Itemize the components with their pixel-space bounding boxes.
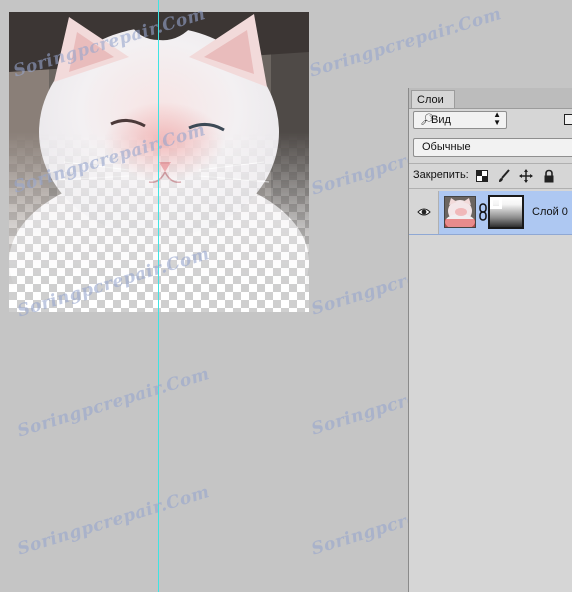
blend-mode-dropdown[interactable]: Обычные [413,138,572,157]
layer-row[interactable]: Слой 0 [409,191,572,235]
lock-image-pixels-icon[interactable] [497,169,511,183]
cat-photo-with-gradient-mask [9,12,309,312]
layer-filter-label: Вид [431,114,451,126]
lock-transparent-pixels-icon[interactable] [475,169,489,183]
layer-filter-dropdown[interactable]: 🔎︎ Вид ▲ ▼ [413,111,507,129]
layer-visibility-toggle[interactable] [409,191,439,234]
vertical-guide-line[interactable] [158,0,159,592]
watermark: Soringpcrepair.Com [15,482,213,560]
layer-thumbnail[interactable] [444,196,476,228]
link-chain-icon[interactable] [479,203,487,221]
layer-filter-row: 🔎︎ Вид ▲ ▼ [409,110,572,134]
lock-all-icon[interactable] [542,169,556,183]
chevron-updown-icon: ▲ ▼ [493,110,501,127]
lock-position-icon[interactable] [519,169,533,183]
lock-row: Закрепить: [409,163,572,189]
watermark: Soringpcrepair.Com [307,4,505,82]
layers-panel: Слои 🔎︎ Вид ▲ ▼ Обычные Закрепить: Слой … [408,88,572,592]
panel-tab-bar: Слои [409,88,572,109]
tab-layers[interactable]: Слои [411,90,455,108]
layer-mask-thumbnail[interactable] [488,195,524,229]
document-canvas[interactable] [9,12,309,312]
image-filter-icon[interactable] [564,114,572,125]
lock-label: Закрепить: [413,169,469,181]
watermark: Soringpcrepair.Com [15,364,213,442]
layer-name[interactable]: Слой 0 [532,206,568,218]
eye-icon [417,208,431,216]
